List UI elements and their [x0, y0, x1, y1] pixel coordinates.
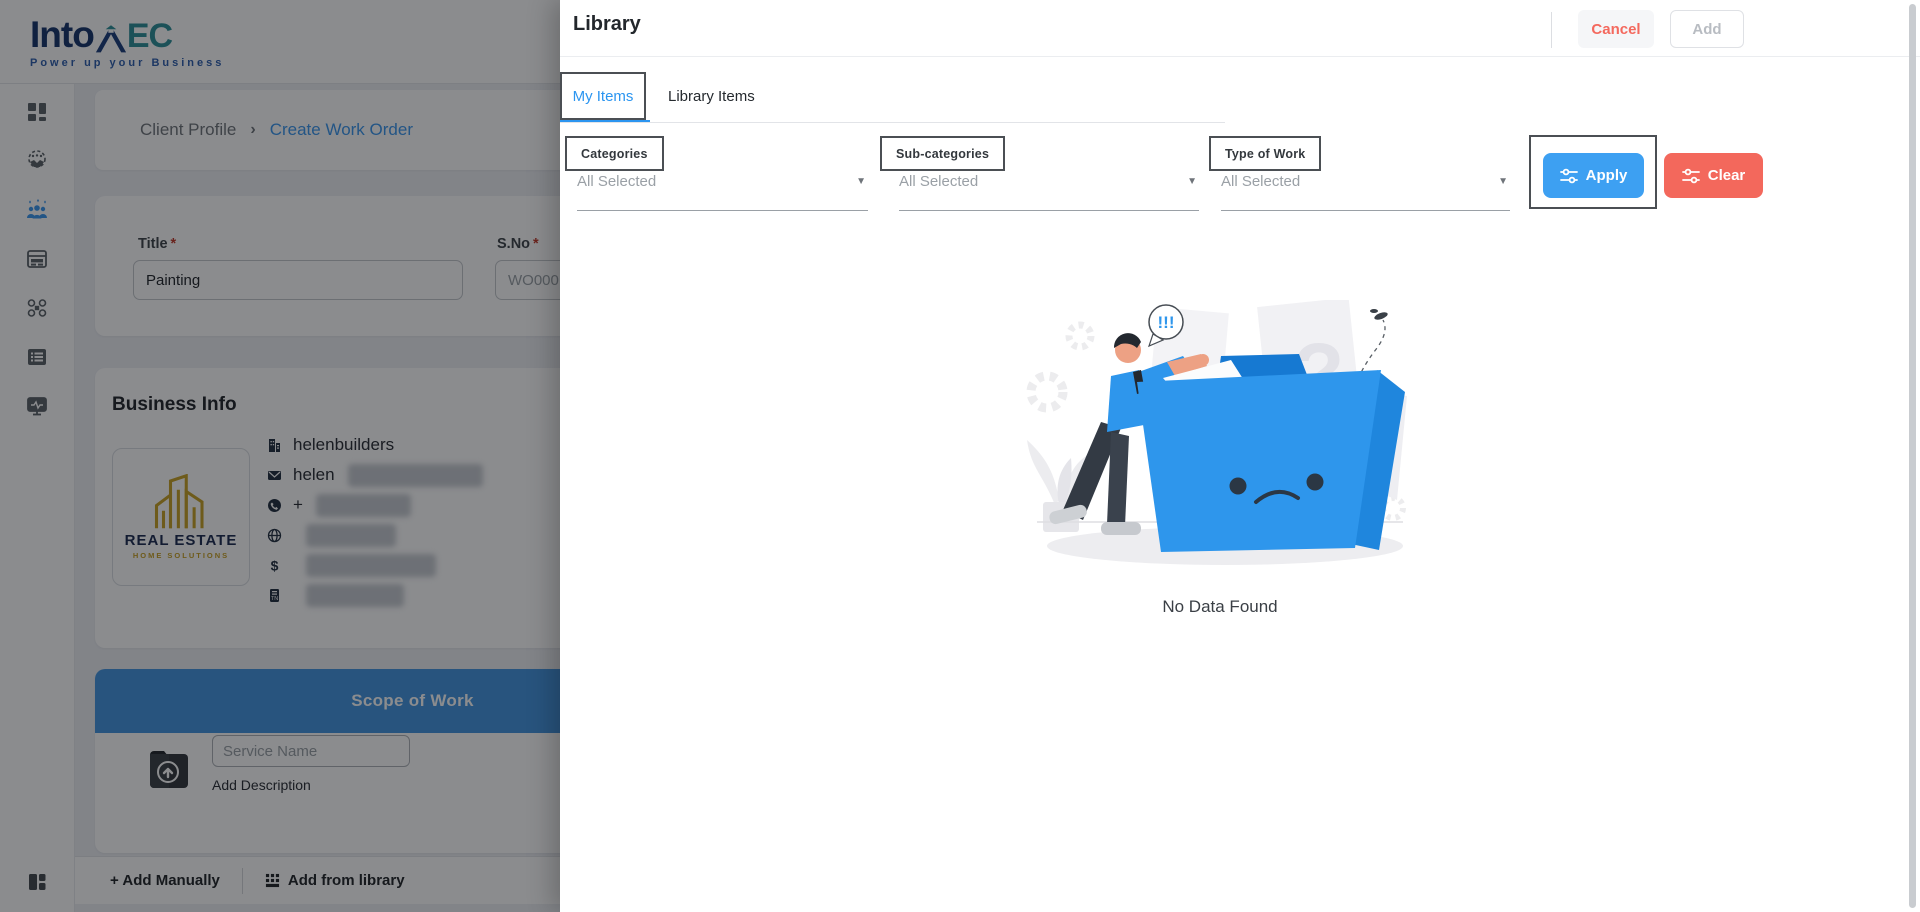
filter-sub-categories-labelbox: Sub-categories	[880, 136, 1006, 171]
svg-text:!!!: !!!	[1158, 313, 1175, 332]
library-panel-header: Library Cancel Add	[560, 0, 1920, 57]
tab-my-items[interactable]: My Items	[560, 72, 646, 120]
cancel-button[interactable]: Cancel	[1578, 10, 1654, 48]
chevron-down-icon: ▼	[1187, 176, 1197, 187]
apply-button[interactable]: Apply	[1543, 153, 1644, 198]
no-data-message: No Data Found	[1162, 597, 1278, 616]
filter-categories-labelbox: Categories	[565, 136, 664, 171]
type-of-work-select[interactable]: All Selected ▼	[1221, 173, 1510, 211]
select-underline	[1221, 210, 1510, 211]
clear-button[interactable]: Clear	[1664, 153, 1763, 198]
select-underline	[577, 210, 868, 211]
library-filters: Categories All Selected ▼ Sub-categories…	[560, 123, 1920, 233]
library-panel: Library Cancel Add My Items Library Item…	[560, 0, 1920, 912]
sliders-icon	[1559, 168, 1578, 183]
add-button[interactable]: Add	[1670, 10, 1744, 48]
library-panel-title: Library	[573, 13, 641, 35]
sad-empty-folder-illustration: ? !!!	[1026, 297, 1407, 565]
empty-state: ? !!! No Data Found	[1025, 297, 1415, 617]
panel-scrollbar[interactable]	[1909, 4, 1916, 908]
chevron-down-icon: ▼	[1498, 176, 1508, 187]
sliders-icon	[1681, 168, 1700, 183]
categories-select[interactable]: All Selected ▼	[577, 173, 868, 211]
header-divider	[1551, 12, 1552, 48]
chevron-down-icon: ▼	[856, 176, 866, 187]
select-underline	[899, 210, 1199, 211]
filter-type-of-work-labelbox: Type of Work	[1209, 136, 1322, 171]
sub-categories-select[interactable]: All Selected ▼	[899, 173, 1199, 211]
tab-library-items[interactable]: Library Items	[658, 72, 765, 120]
library-tabs: My Items Library Items	[560, 57, 1920, 123]
screen: Into EC Power up your Business Client Pr…	[0, 0, 1920, 912]
